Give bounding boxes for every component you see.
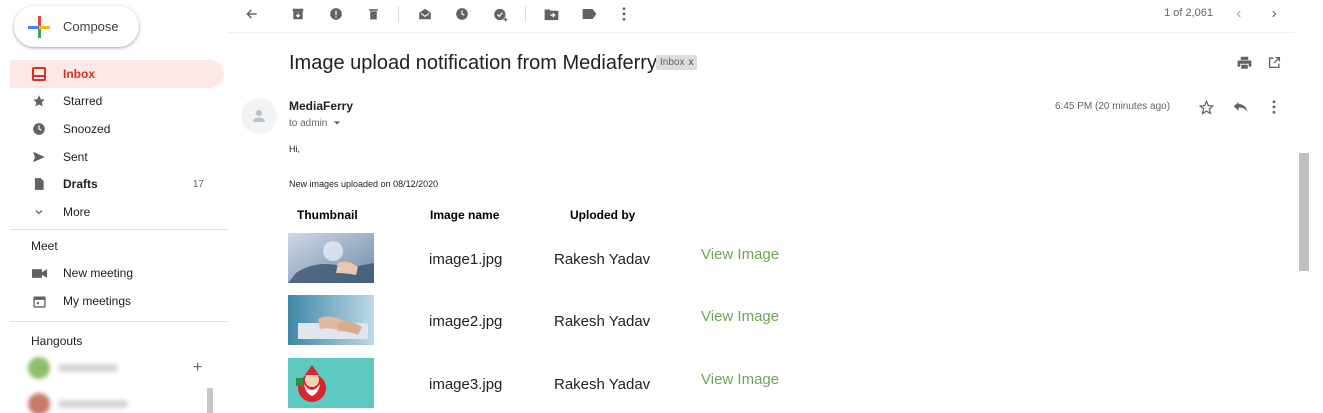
- hangout-contact-name: [58, 400, 128, 408]
- toolbar-divider: [525, 6, 526, 22]
- snooze-clock-icon[interactable]: [452, 4, 472, 24]
- chevron-right-icon[interactable]: [1264, 4, 1284, 24]
- calendar-icon: [31, 293, 47, 309]
- my-meetings-label: My meetings: [63, 294, 132, 308]
- report-spam-icon[interactable]: [326, 4, 346, 24]
- draft-icon: [31, 176, 47, 192]
- view-image-link[interactable]: View Image: [701, 246, 779, 263]
- sidebar-item-label: More: [63, 204, 91, 219]
- email-intro: New images uploaded on 08/12/2020: [289, 179, 439, 189]
- message-toolbar: 1 of 2,061: [228, 0, 1295, 33]
- sidebar-item-sent[interactable]: Sent: [0, 143, 228, 171]
- drafts-count: 17: [192, 178, 204, 190]
- avatar: [28, 357, 50, 379]
- hangout-contact[interactable]: [28, 393, 198, 413]
- hangouts-section-title: Hangouts: [31, 334, 83, 348]
- recipient-text: to admin: [289, 118, 328, 129]
- more-vertical-icon[interactable]: [614, 4, 634, 24]
- sidebar-divider: [10, 321, 228, 322]
- hangout-contact-name: [58, 364, 118, 372]
- sidebar-item-label: Inbox: [63, 66, 95, 81]
- back-arrow-icon[interactable]: [242, 4, 262, 24]
- view-image-link[interactable]: View Image: [701, 371, 779, 388]
- sender-avatar: [241, 98, 277, 134]
- inbox-label-chip[interactable]: Inbox x: [656, 55, 698, 70]
- caret-down-icon: [333, 121, 341, 125]
- open-in-new-window-icon[interactable]: [1264, 52, 1284, 72]
- main-scrollbar[interactable]: [1299, 153, 1309, 271]
- move-to-folder-icon[interactable]: [541, 4, 561, 24]
- email-greeting: Hi,: [289, 144, 300, 154]
- email-subject: Image upload notification from Mediaferr…: [289, 52, 657, 74]
- sidebar-item-more[interactable]: More: [0, 198, 228, 226]
- pagination-count: 1 of 2,061: [1164, 7, 1213, 19]
- chevron-down-icon: [31, 204, 47, 220]
- sidebar-item-inbox[interactable]: Inbox: [10, 60, 224, 88]
- view-image-link[interactable]: View Image: [701, 308, 779, 325]
- gmail-app: Compose Inbox Starred Snoozed Sent Draft…: [0, 0, 1323, 413]
- my-meetings-button[interactable]: My meetings: [31, 291, 131, 311]
- table-cell-image-name: image1.jpg: [429, 251, 503, 268]
- compose-button[interactable]: Compose: [14, 6, 139, 47]
- compose-label: Compose: [63, 19, 119, 34]
- print-icon[interactable]: [1234, 53, 1254, 73]
- star-icon: [31, 93, 47, 109]
- sidebar-item-label: Drafts: [63, 177, 98, 192]
- add-hangout-icon[interactable]: +: [193, 359, 202, 377]
- sidebar-item-snoozed[interactable]: Snoozed: [0, 115, 228, 143]
- table-cell-uploader: Rakesh Yadav: [554, 376, 651, 393]
- table-cell-image-name: image3.jpg: [429, 376, 503, 393]
- delete-icon[interactable]: [363, 4, 383, 24]
- sidebar-scrollbar[interactable]: [207, 388, 213, 413]
- message-timestamp: 6:45 PM (20 minutes ago): [1055, 101, 1171, 112]
- inbox-icon: [31, 66, 47, 82]
- table-cell-image-name: image2.jpg: [429, 313, 503, 330]
- label-tag-icon[interactable]: [579, 4, 599, 24]
- table-cell-uploader: Rakesh Yadav: [554, 313, 651, 330]
- toolbar-divider: [398, 6, 399, 22]
- archive-icon[interactable]: [288, 4, 308, 24]
- remove-label-icon[interactable]: x: [688, 57, 693, 68]
- star-icon[interactable]: [1196, 97, 1216, 117]
- reply-icon[interactable]: [1230, 97, 1250, 117]
- sidebar-divider: [10, 229, 228, 230]
- sidebar-item-label: Starred: [63, 94, 103, 109]
- table-header-image-name: Image name: [430, 208, 500, 222]
- inbox-label-text: Inbox: [660, 57, 685, 68]
- hangout-contact[interactable]: [28, 357, 198, 379]
- sidebar-nav: Inbox Starred Snoozed Sent Drafts 17 Mor…: [0, 60, 228, 226]
- sender-name: MediaFerry: [289, 99, 354, 113]
- more-vertical-icon[interactable]: [1264, 97, 1284, 117]
- sidebar-item-drafts[interactable]: Drafts 17: [0, 170, 228, 198]
- thumbnail-image: [288, 233, 374, 283]
- new-meeting-label: New meeting: [63, 266, 134, 280]
- person-icon: [253, 110, 265, 122]
- thumbnail-image: [288, 295, 374, 345]
- sidebar-item-label: Sent: [63, 149, 88, 164]
- send-icon: [31, 149, 47, 165]
- mark-unread-icon[interactable]: [415, 4, 435, 24]
- meet-section-title: Meet: [31, 239, 58, 253]
- sidebar: Compose Inbox Starred Snoozed Sent Draft…: [0, 0, 228, 413]
- new-meeting-button[interactable]: New meeting: [31, 263, 133, 283]
- sidebar-item-label: Snoozed: [63, 121, 111, 136]
- add-task-icon[interactable]: [490, 4, 510, 24]
- table-cell-uploader: Rakesh Yadav: [554, 251, 651, 268]
- sidebar-item-starred[interactable]: Starred: [0, 88, 228, 116]
- avatar: [28, 393, 50, 413]
- clock-icon: [31, 121, 47, 137]
- table-header-uploaded-by: Uploded by: [570, 208, 636, 222]
- chevron-left-icon[interactable]: [1229, 4, 1249, 24]
- compose-plus-icon: [28, 15, 50, 38]
- table-header-thumbnail: Thumbnail: [297, 208, 358, 222]
- recipient-details-toggle[interactable]: to admin: [289, 118, 341, 129]
- thumbnail-image: [288, 358, 374, 408]
- video-camera-icon: [31, 265, 47, 281]
